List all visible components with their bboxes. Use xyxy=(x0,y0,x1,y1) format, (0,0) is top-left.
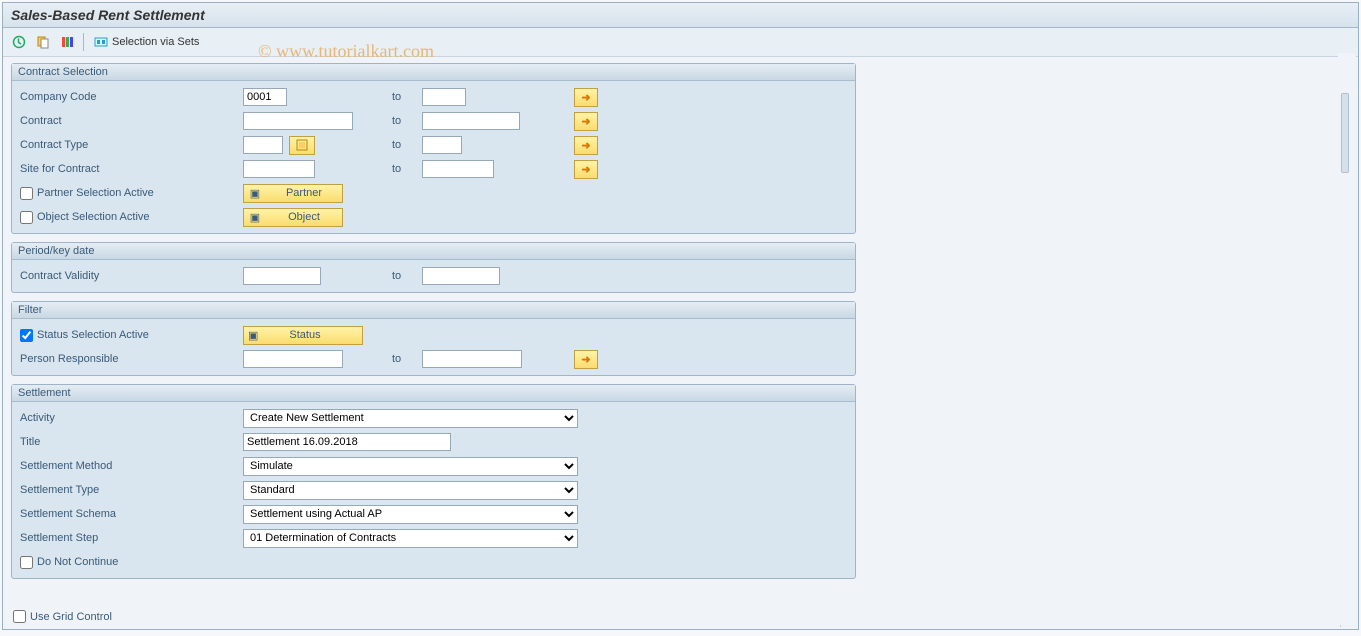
validity-label: Contract Validity xyxy=(18,270,243,282)
partner-button[interactable]: ▣ Partner xyxy=(243,184,343,203)
status-selection-label: Status Selection Active xyxy=(37,329,243,341)
app-window: Sales-Based Rent Settlement Selection vi… xyxy=(2,2,1359,630)
title-label: Title xyxy=(18,436,243,448)
object-selection-checkbox[interactable] xyxy=(20,211,33,224)
outer-scrollbar[interactable] xyxy=(1338,53,1354,625)
validity-to-input[interactable] xyxy=(422,267,500,285)
title-input[interactable] xyxy=(243,433,451,451)
do-not-continue-checkbox[interactable] xyxy=(20,556,33,569)
schema-select[interactable]: Settlement using Actual AP xyxy=(243,505,578,524)
contract-type-label: Contract Type xyxy=(18,139,243,151)
partner-selection-label: Partner Selection Active xyxy=(37,187,243,199)
method-label: Settlement Method xyxy=(18,460,243,472)
group-title: Filter xyxy=(12,302,855,319)
contract-from-input[interactable] xyxy=(243,112,353,130)
multiselect-contract-type-button[interactable]: ➜ xyxy=(574,136,598,155)
multiselect-person-button[interactable]: ➜ xyxy=(574,350,598,369)
status-button-label: Status xyxy=(289,329,320,341)
object-button-label: Object xyxy=(266,211,342,223)
do-not-continue-label: Do Not Continue xyxy=(37,556,118,568)
validity-from-input[interactable] xyxy=(243,267,321,285)
contract-to-input[interactable] xyxy=(422,112,520,130)
partner-button-label: Partner xyxy=(266,187,342,199)
status-button[interactable]: ▣ Status xyxy=(243,326,363,345)
to-label: to xyxy=(382,91,422,103)
person-from-input[interactable] xyxy=(243,350,343,368)
execute-icon[interactable] xyxy=(9,32,29,52)
toolbar: Selection via Sets xyxy=(3,28,1358,57)
group-contract-selection: Contract Selection Company Code to ➜ Con… xyxy=(11,63,856,234)
value-help-icon xyxy=(296,139,308,151)
object-button[interactable]: ▣ Object xyxy=(243,208,343,227)
method-select[interactable]: Simulate xyxy=(243,457,578,476)
arrow-right-icon: ➜ xyxy=(581,163,590,176)
company-code-label: Company Code xyxy=(18,91,243,103)
title-bar: Sales-Based Rent Settlement xyxy=(3,3,1358,28)
arrow-right-icon: ➜ xyxy=(581,115,590,128)
schema-label: Settlement Schema xyxy=(18,508,243,520)
status-selection-checkbox[interactable] xyxy=(20,329,33,342)
step-select[interactable]: 01 Determination of Contracts xyxy=(243,529,578,548)
expand-icon: ▣ xyxy=(248,211,262,224)
arrow-right-icon: ➜ xyxy=(581,91,590,104)
group-title: Contract Selection xyxy=(12,64,855,81)
use-grid-label: Use Grid Control xyxy=(30,611,112,623)
contract-type-to-input[interactable] xyxy=(422,136,462,154)
company-code-from-input[interactable] xyxy=(243,88,287,106)
selection-via-sets-label: Selection via Sets xyxy=(112,36,199,48)
use-grid-checkbox[interactable] xyxy=(13,610,26,623)
contract-label: Contract xyxy=(18,115,243,127)
company-code-to-input[interactable] xyxy=(422,88,466,106)
expand-icon: ▣ xyxy=(248,329,258,342)
arrow-right-icon: ➜ xyxy=(581,139,590,152)
person-label: Person Responsible xyxy=(18,353,243,365)
dynamic-selections-icon[interactable] xyxy=(57,32,77,52)
page-title: Sales-Based Rent Settlement xyxy=(11,7,205,23)
multiselect-site-button[interactable]: ➜ xyxy=(574,160,598,179)
scrollbar-thumb[interactable] xyxy=(1341,93,1349,173)
site-to-input[interactable] xyxy=(422,160,494,178)
group-settlement: Settlement Activity Create New Settlemen… xyxy=(11,384,856,579)
to-label: to xyxy=(382,353,422,365)
activity-select[interactable]: Create New Settlement xyxy=(243,409,578,428)
sets-icon xyxy=(94,35,108,49)
partner-selection-checkbox[interactable] xyxy=(20,187,33,200)
content-area: Contract Selection Company Code to ➜ Con… xyxy=(3,57,1358,629)
to-label: to xyxy=(382,163,422,175)
expand-icon: ▣ xyxy=(248,187,262,200)
to-label: to xyxy=(382,139,422,151)
toolbar-separator xyxy=(83,33,84,51)
footer-row: Use Grid Control xyxy=(13,610,112,623)
multiselect-contract-button[interactable]: ➜ xyxy=(574,112,598,131)
to-label: to xyxy=(382,270,422,282)
activity-label: Activity xyxy=(18,412,243,424)
object-selection-label: Object Selection Active xyxy=(37,211,243,223)
site-from-input[interactable] xyxy=(243,160,315,178)
to-label: to xyxy=(382,115,422,127)
group-title: Period/key date xyxy=(12,243,855,260)
multiselect-company-code-button[interactable]: ➜ xyxy=(574,88,598,107)
group-period: Period/key date Contract Validity to xyxy=(11,242,856,293)
site-label: Site for Contract xyxy=(18,163,243,175)
type-select[interactable]: Standard xyxy=(243,481,578,500)
contract-type-from-input[interactable] xyxy=(243,136,283,154)
group-title: Settlement xyxy=(12,385,855,402)
variant-icon[interactable] xyxy=(33,32,53,52)
selection-via-sets-button[interactable]: Selection via Sets xyxy=(90,33,203,51)
arrow-right-icon: ➜ xyxy=(581,353,590,366)
type-label: Settlement Type xyxy=(18,484,243,496)
person-to-input[interactable] xyxy=(422,350,522,368)
group-filter: Filter Status Selection Active ▣ Status … xyxy=(11,301,856,376)
contract-type-f4-button[interactable] xyxy=(289,136,315,155)
step-label: Settlement Step xyxy=(18,532,243,544)
